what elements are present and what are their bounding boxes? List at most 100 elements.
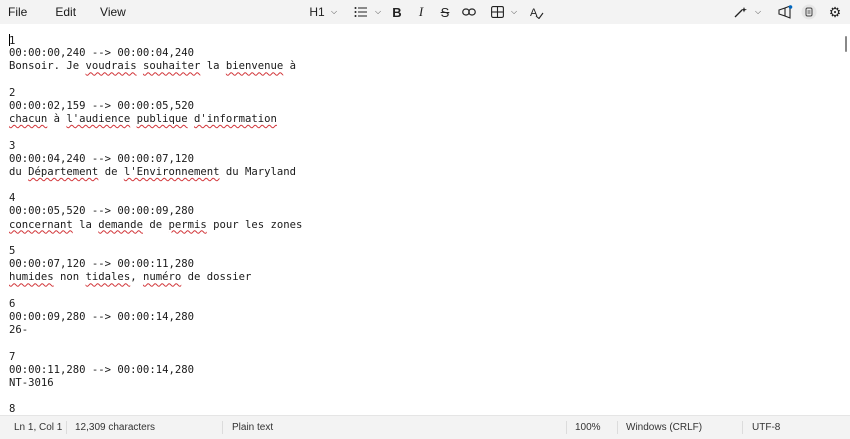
text-segment: 5 [9,245,16,257]
text-segment: 8 [9,403,16,415]
text-line[interactable] [9,390,302,403]
link-icon [458,1,480,23]
menu-bar: File Edit View [0,0,134,24]
misspelled-word: permis [168,218,207,231]
menu-file[interactable]: File [0,0,35,24]
strikethrough-icon: S [440,4,450,20]
text-segment: 00:00:00,240 --> 00:00:04,240 [9,47,194,60]
text-segment: 00:00:07,120 --> 00:00:11,280 [9,258,194,271]
text-line[interactable]: du Département de l'Environnement du Mar… [9,166,302,179]
text-line[interactable]: 6 [9,298,302,311]
table-dropdown[interactable]: ⌵ [486,0,517,24]
strikethrough-button[interactable]: S [434,0,456,24]
text-line[interactable]: 1 [9,34,302,47]
notifications-icon [774,1,796,23]
text-line[interactable]: 5 [9,245,302,258]
misspelled-word: Département [28,165,99,178]
text-segment: la [72,218,99,231]
status-divider [566,421,567,434]
text-segment: non [53,271,86,284]
misspelled-word: publique [136,113,188,126]
text-segment: 00:00:04,240 --> 00:00:07,120 [9,152,194,165]
text-segment: 00:00:11,280 --> 00:00:14,280 [9,363,194,376]
zoom-level[interactable]: 100% [575,416,601,439]
status-divider [66,421,67,434]
text-line[interactable]: 00:00:09,280 --> 00:00:14,280 [9,311,302,324]
text-segment: 00:00:09,280 --> 00:00:14,280 [9,310,194,323]
text-segment: 6 [9,297,16,310]
account-icon [798,1,820,23]
text-segment: à [47,113,67,126]
menu-edit[interactable]: Edit [47,0,84,24]
text-segment: du Maryland [219,165,297,178]
heading-dropdown[interactable]: H1 ⌵ [306,0,337,24]
text-segment: 4 [9,192,16,205]
text-line[interactable] [9,126,302,139]
text-line[interactable]: 8 [9,403,302,415]
misspelled-word: voudrais [85,60,137,73]
text-segment: 2 [9,86,16,99]
text-line[interactable]: humides non tidales, numéro de dossier [9,271,302,284]
italic-button[interactable]: I [410,0,432,24]
misspelled-word: demande [98,218,143,231]
misspelled-word: d'information [194,113,277,126]
bold-button[interactable]: B [386,0,408,24]
text-segment: Bonsoir. Je [9,60,86,73]
text-line[interactable] [9,285,302,298]
text-line[interactable]: 00:00:04,240 --> 00:00:07,120 [9,153,302,166]
vertical-scrollbar[interactable] [842,24,850,415]
clear-formatting-button[interactable]: A [526,0,548,24]
notifications-button[interactable] [774,0,796,24]
text-segment: 3 [9,139,16,152]
text-line[interactable]: 00:00:05,520 --> 00:00:09,280 [9,205,302,218]
line-ending[interactable]: Windows (CRLF) [626,416,702,439]
text-line[interactable]: 3 [9,140,302,153]
bold-icon: B [392,4,402,20]
menu-view[interactable]: View [92,0,134,24]
text-segment: 00:00:05,520 --> 00:00:09,280 [9,205,194,218]
text-line[interactable]: 4 [9,192,302,205]
text-line[interactable] [9,232,302,245]
text-line[interactable]: Bonsoir. Je voudrais souhaiter la bienve… [9,60,302,73]
settings-icon: ⚙ [828,3,842,20]
scrollbar-thumb[interactable] [845,36,847,52]
heading-label: H1 [309,5,325,19]
text-line[interactable]: 7 [9,351,302,364]
list-dropdown[interactable]: ⌵ [350,0,381,24]
text-line[interactable] [9,179,302,192]
text-line[interactable]: 00:00:07,120 --> 00:00:11,280 [9,258,302,271]
text-line[interactable]: 00:00:02,159 --> 00:00:05,520 [9,100,302,113]
status-divider [617,421,618,434]
text-line[interactable]: 2 [9,87,302,100]
text-line[interactable]: NT-3016 [9,377,302,390]
text-line[interactable]: concernant la demande de permis pour les… [9,219,302,232]
settings-button[interactable]: ⚙ [824,0,846,24]
encoding[interactable]: UTF-8 [752,416,780,439]
chevron-down-icon: ⌵ [331,7,338,16]
text-line[interactable] [9,74,302,87]
misspelled-word: bienvenue [225,60,284,73]
copilot-dropdown[interactable]: ⌵ [730,0,761,24]
cursor-position: Ln 1, Col 1 [14,422,63,433]
text-segment: du [9,165,29,178]
text-segment: , [130,271,143,284]
misspelled-word: chacun [9,113,48,126]
misspelled-word: tidales [85,271,131,284]
text-line[interactable] [9,337,302,350]
text-line[interactable]: 26- [9,324,302,337]
text-line[interactable]: chacun à l'audience publique d'informati… [9,113,302,126]
status-bar: Ln 1, Col 1 12,309 characters Plain text… [0,415,850,439]
misspelled-word: numéro [142,271,182,284]
table-icon [486,1,508,23]
toolbar: File Edit View H1 ⌵ ⌵ B I S ⌵ A ⌵ ⚙ [0,0,850,24]
text-line[interactable]: 00:00:11,280 --> 00:00:14,280 [9,364,302,377]
text-format[interactable]: Plain text [232,416,273,439]
link-button[interactable] [458,0,480,24]
text-line[interactable]: 00:00:00,240 --> 00:00:04,240 [9,47,302,60]
account-button[interactable] [798,0,820,24]
text-segment: de dossier [181,271,252,284]
status-divider [222,421,223,434]
misspelled-word: humides [9,271,54,284]
document-text[interactable]: 1 00:00:00,240 --> 00:00:04,240 Bonsoir. J… [9,34,302,415]
text-editor[interactable]: 1 00:00:00,240 --> 00:00:04,240 Bonsoir. J… [0,24,842,415]
